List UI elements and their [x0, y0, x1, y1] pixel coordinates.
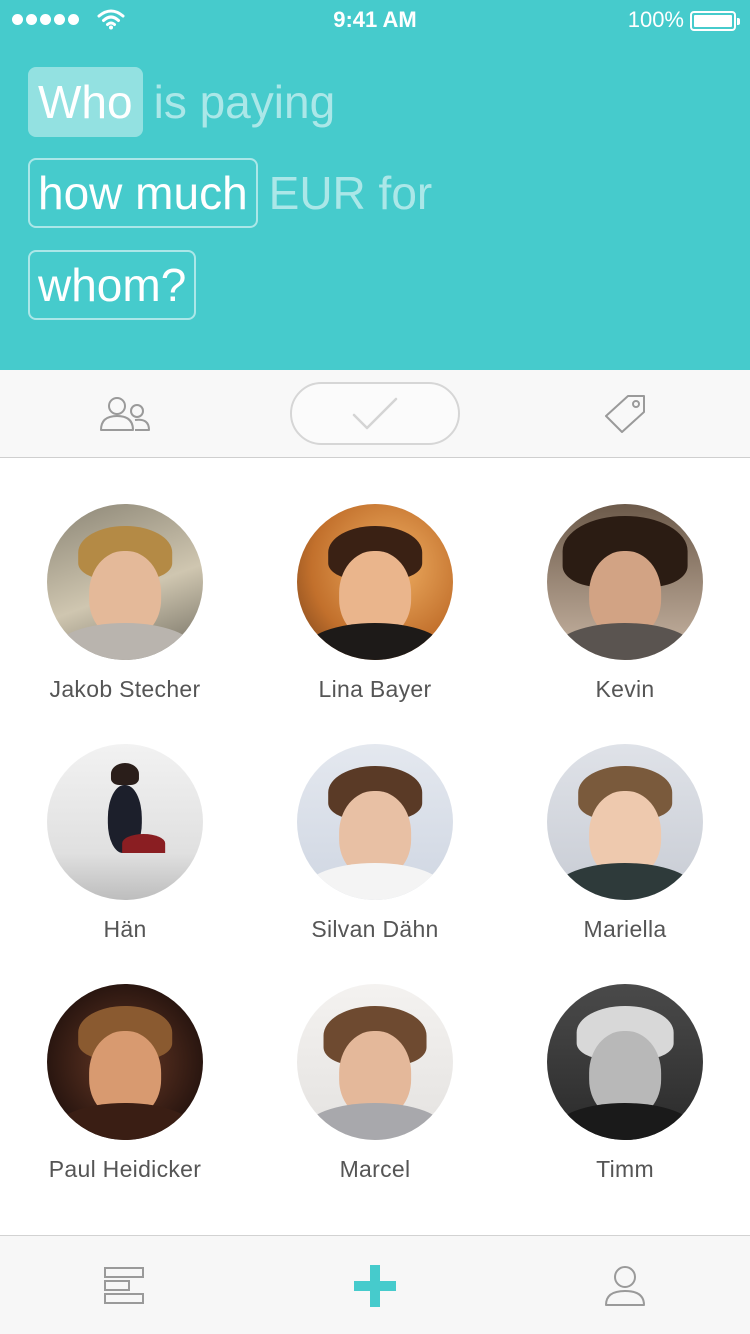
sentence-line-amount: how much EUR for	[28, 158, 432, 228]
currency-for-text: EUR for	[268, 167, 433, 219]
person-item[interactable]: Lina Bayer	[250, 504, 500, 703]
checkmark-icon	[352, 397, 398, 429]
avatar	[547, 504, 703, 660]
sentence-line-whom: whom?	[28, 250, 197, 320]
person-name: Hän	[103, 916, 147, 942]
person-name: Jakob Stecher	[49, 676, 201, 702]
step-confirm-button[interactable]	[290, 382, 460, 445]
avatar	[47, 744, 203, 900]
how-much-token[interactable]: how much	[28, 158, 258, 228]
sentence-line-who: Who is paying	[28, 67, 335, 137]
person-item[interactable]: Mariella	[500, 744, 750, 943]
tag-icon	[605, 395, 645, 433]
person-item[interactable]: Silvan Dähn	[250, 744, 500, 943]
tab-profile[interactable]	[500, 1236, 750, 1334]
battery-percent: 100%	[627, 7, 684, 32]
step-people-button[interactable]	[75, 370, 175, 458]
battery-icon	[690, 11, 740, 31]
person-item[interactable]: Timm	[500, 984, 750, 1183]
tab-add[interactable]	[250, 1236, 500, 1334]
person-name: Marcel	[339, 1156, 411, 1182]
avatar	[297, 744, 453, 900]
profile-icon	[605, 1265, 645, 1306]
person-name: Timm	[596, 1156, 654, 1182]
avatar	[547, 984, 703, 1140]
expense-header: 9:41 AM 100% Who is paying how much EUR …	[0, 0, 750, 370]
person-item[interactable]: Kevin	[500, 504, 750, 703]
list-icon	[104, 1266, 144, 1304]
plus-icon	[354, 1264, 396, 1307]
tab-feed[interactable]	[0, 1236, 250, 1334]
avatar	[547, 744, 703, 900]
person-name: Mariella	[583, 916, 667, 942]
status-bar: 9:41 AM 100%	[0, 0, 750, 40]
person-item[interactable]: Jakob Stecher	[0, 504, 250, 703]
person-name: Paul Heidicker	[48, 1156, 202, 1182]
avatar	[47, 984, 203, 1140]
avatar	[47, 504, 203, 660]
step-tag-button[interactable]	[575, 370, 675, 458]
person-name: Silvan Dähn	[311, 916, 439, 942]
person-name: Lina Bayer	[318, 676, 432, 702]
people-icon	[100, 397, 150, 431]
avatar	[297, 504, 453, 660]
tab-bar	[0, 1235, 750, 1334]
person-item[interactable]: Hän	[0, 744, 250, 943]
people-grid: Jakob Stecher Lina Bayer Kevin Hän Silva…	[0, 459, 750, 1235]
is-paying-text: is paying	[153, 76, 336, 128]
who-token[interactable]: Who	[28, 67, 143, 137]
person-item[interactable]: Paul Heidicker	[0, 984, 250, 1183]
avatar	[297, 984, 453, 1140]
whom-token[interactable]: whom?	[28, 250, 197, 320]
person-name: Kevin	[595, 676, 655, 702]
person-item[interactable]: Marcel	[250, 984, 500, 1183]
step-bar	[0, 370, 750, 458]
